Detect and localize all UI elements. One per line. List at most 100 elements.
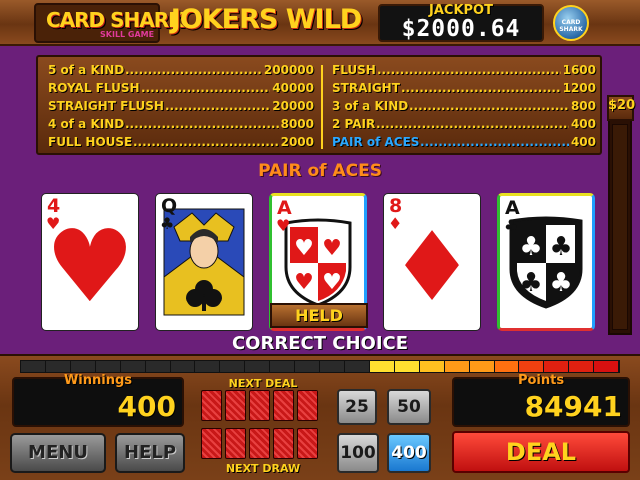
card-back-icon bbox=[201, 390, 222, 421]
paytable-hand-label: 4 of a KIND bbox=[48, 117, 125, 131]
progress-segment bbox=[270, 361, 295, 372]
progress-segment bbox=[170, 361, 195, 372]
game-title: JOKERS WILD bbox=[170, 4, 362, 35]
paytable-row: 3 of a KIND.............................… bbox=[332, 98, 596, 116]
bet-400-button[interactable]: 400 bbox=[387, 433, 431, 473]
paytable-row: FLUSH...................................… bbox=[332, 62, 596, 80]
playing-card[interactable]: ♣ ♣ ♣ ♣ A ♣ bbox=[497, 193, 595, 331]
paytable-dot-leader: ........................................… bbox=[409, 99, 569, 113]
ace-shield-icon: ♥ ♥ ♥ ♥ bbox=[284, 218, 352, 307]
bet-meter-track bbox=[612, 124, 628, 330]
progress-segment bbox=[295, 361, 320, 372]
paytable-dot-leader: ........................................… bbox=[165, 99, 270, 113]
paytable-row: STRAIGHT FLUSH..........................… bbox=[48, 98, 314, 116]
paytable-hand-label: STRAIGHT FLUSH bbox=[48, 99, 164, 113]
points-value: 84941 bbox=[524, 390, 622, 423]
paytable-row: 2 PAIR..................................… bbox=[332, 116, 596, 134]
progress-segment bbox=[394, 361, 419, 372]
card-back-icon bbox=[249, 390, 270, 421]
svg-text:♣: ♣ bbox=[549, 268, 572, 298]
card-back-icon bbox=[225, 390, 246, 421]
paytable-row: ROYAL FLUSH.............................… bbox=[48, 80, 314, 98]
svg-text:♥: ♥ bbox=[322, 236, 342, 261]
bet-meter-label: $20 bbox=[608, 98, 636, 113]
queen-of-clubs-icon bbox=[163, 208, 245, 316]
bet-25-button[interactable]: 25 bbox=[337, 389, 377, 425]
progress-segment bbox=[21, 361, 45, 372]
menu-button[interactable]: MENU bbox=[10, 433, 106, 473]
paytable-hand-label: STRAIGHT bbox=[332, 81, 400, 95]
progress-segment bbox=[594, 361, 619, 372]
paytable-right-column: FLUSH...................................… bbox=[332, 62, 596, 152]
progress-segment bbox=[95, 361, 120, 372]
points-label: Points bbox=[517, 373, 565, 388]
ace-shield-icon: ♣ ♣♣ ♣ bbox=[509, 216, 583, 309]
brand-subtitle: SKILL GAME bbox=[100, 30, 155, 39]
paytable-dot-leader: ........................................… bbox=[133, 135, 279, 149]
paytable-row: STRAIGHT................................… bbox=[332, 80, 596, 98]
winnings-label: Winnings bbox=[63, 373, 133, 388]
paytable-dot-leader: ........................................… bbox=[401, 81, 561, 95]
svg-text:♥: ♥ bbox=[294, 270, 314, 295]
playing-card[interactable]: Q ♣ bbox=[155, 193, 253, 331]
card-rank: Q bbox=[161, 195, 178, 217]
progress-segment bbox=[494, 361, 519, 372]
paytable: 5 of a KIND.............................… bbox=[36, 55, 602, 155]
playing-card[interactable]: ♦ 8 ♦ bbox=[383, 193, 481, 331]
paytable-payout: 2000 bbox=[280, 135, 314, 149]
paytable-payout: 800 bbox=[570, 99, 596, 113]
next-draw-cards bbox=[201, 428, 318, 459]
paytable-hand-label: 2 PAIR bbox=[332, 117, 376, 131]
paytable-dot-leader: ........................................… bbox=[420, 135, 569, 149]
paytable-payout: 1200 bbox=[562, 81, 596, 95]
paytable-row: 4 of a KIND.............................… bbox=[48, 116, 314, 134]
winnings-value: 400 bbox=[117, 390, 176, 423]
jackpot-value: $2000.64 bbox=[401, 16, 521, 42]
held-badge[interactable]: HELD bbox=[270, 303, 368, 328]
svg-text:♣: ♣ bbox=[519, 232, 542, 262]
paytable-payout: 400 bbox=[570, 117, 596, 131]
card-rank: 8 bbox=[389, 195, 403, 217]
paytable-dot-leader: ........................................… bbox=[377, 63, 561, 77]
svg-text:♣: ♣ bbox=[519, 268, 542, 298]
progress-segment bbox=[120, 361, 145, 372]
help-button[interactable]: HELP bbox=[115, 433, 185, 473]
card-rank: 4 bbox=[47, 195, 61, 217]
paytable-row: 5 of a KIND.............................… bbox=[48, 62, 314, 80]
deal-button[interactable]: DEAL bbox=[452, 431, 630, 473]
diamonds-large-icon: ♦ bbox=[388, 211, 476, 323]
paytable-payout: 20000 bbox=[272, 99, 314, 113]
svg-text:♥: ♥ bbox=[322, 270, 342, 295]
paytable-divider bbox=[321, 65, 323, 149]
progress-segment bbox=[544, 361, 569, 372]
svg-text:♥: ♥ bbox=[294, 236, 314, 261]
progress-segment bbox=[320, 361, 344, 372]
paytable-dot-leader: ........................................… bbox=[376, 117, 569, 131]
card-back-icon bbox=[297, 428, 318, 459]
progress-segment bbox=[369, 361, 394, 372]
paytable-hand-label: FLUSH bbox=[332, 63, 376, 77]
paytable-payout: 8000 bbox=[280, 117, 314, 131]
clubs-icon: ♣ bbox=[160, 214, 175, 233]
shark-badge-icon: CARD SHARK bbox=[553, 5, 589, 41]
card-shark-logo: CARD SHARK SKILL GAME bbox=[34, 3, 184, 43]
paytable-row: PAIR of ACES............................… bbox=[332, 134, 596, 152]
card-back-icon bbox=[201, 428, 222, 459]
paytable-dot-leader: ........................................… bbox=[125, 117, 279, 131]
paytable-payout: 40000 bbox=[272, 81, 314, 95]
card-rank: A bbox=[505, 197, 520, 219]
hearts-icon: ♥ bbox=[276, 216, 291, 235]
status-message: CORRECT CHOICE bbox=[231, 333, 409, 354]
bet-50-button[interactable]: 50 bbox=[387, 389, 431, 425]
paytable-hand-label: 3 of a KIND bbox=[332, 99, 409, 113]
playing-card[interactable]: ♥ 4 ♥ bbox=[41, 193, 139, 331]
brand-name: CARD SHARK bbox=[46, 8, 184, 32]
paytable-payout: 1600 bbox=[562, 63, 596, 77]
hand-result: PAIR of ACES bbox=[258, 161, 382, 181]
clubs-icon: ♣ bbox=[504, 216, 519, 235]
paytable-hand-label: ROYAL FLUSH bbox=[48, 81, 140, 95]
shark-badge-text: CARD SHARK bbox=[559, 19, 583, 33]
paytable-payout: 200000 bbox=[263, 63, 314, 77]
paytable-hand-label: PAIR of ACES bbox=[332, 135, 420, 149]
bet-100-button[interactable]: 100 bbox=[337, 433, 379, 473]
